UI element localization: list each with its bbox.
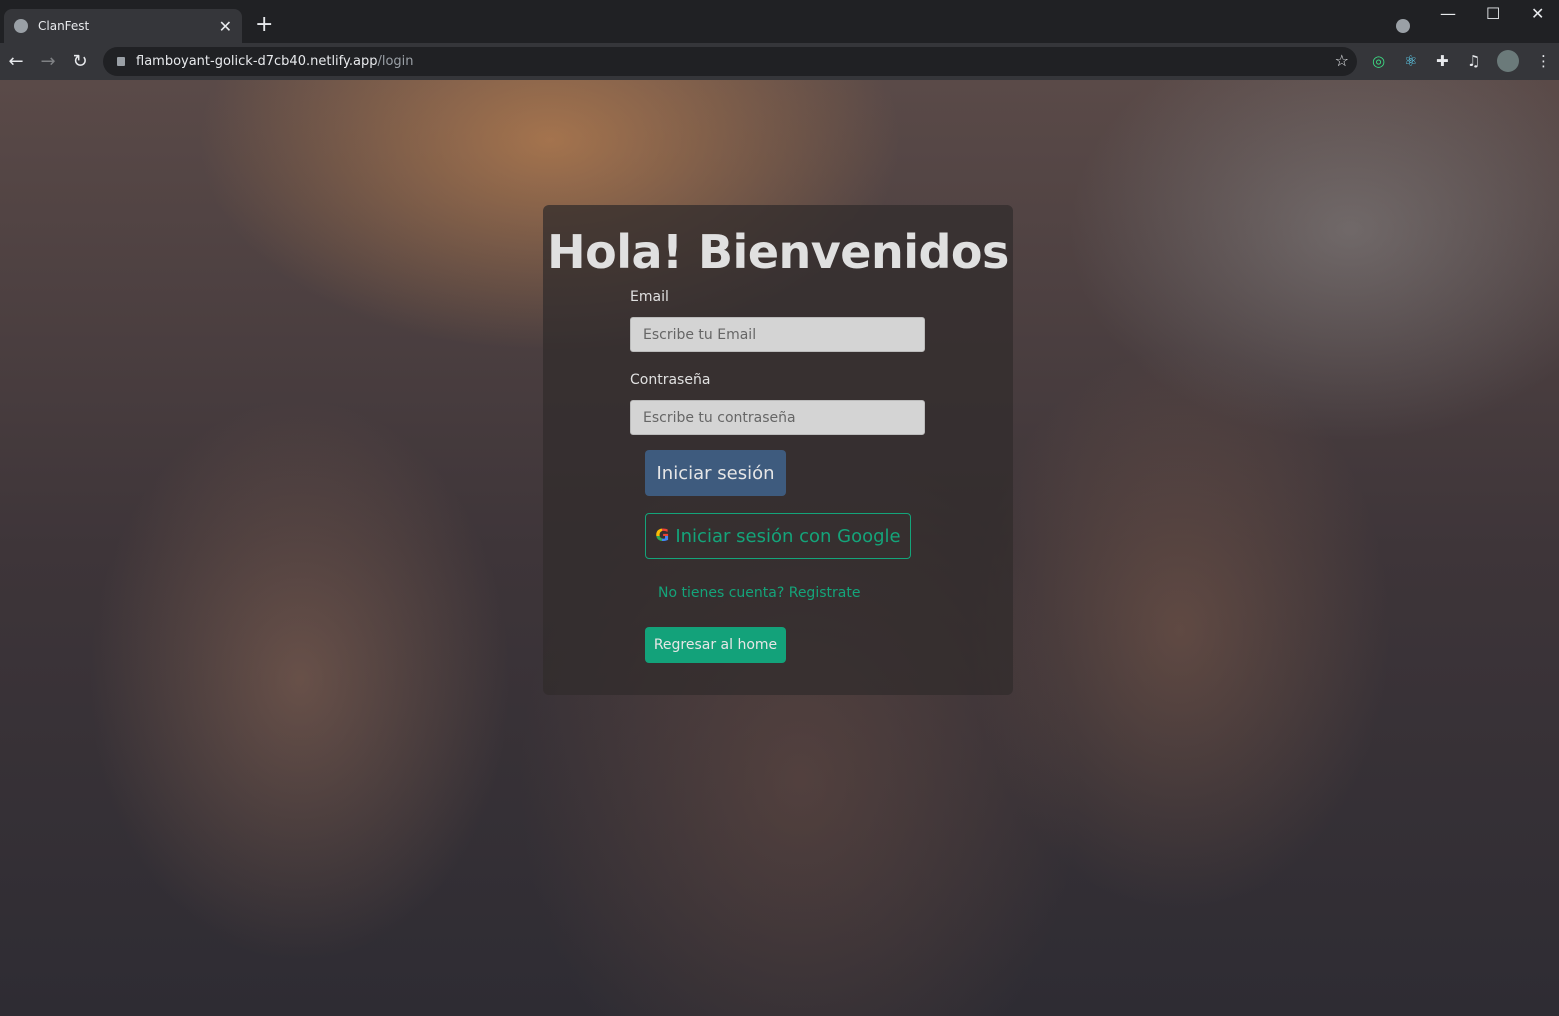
url-path: /login [377,54,414,69]
globe-icon [14,19,28,33]
back-button[interactable]: ← [0,51,32,72]
react-devtools-icon[interactable]: ⚛ [1404,52,1417,70]
minimize-button[interactable]: — [1440,4,1456,23]
login-button[interactable]: Iniciar sesión [645,450,786,496]
reload-button[interactable]: ↻ [64,51,96,72]
tab-title: ClanFest [38,19,90,33]
media-control-icon[interactable] [1396,19,1410,33]
media-queue-icon[interactable]: ♫ [1467,52,1480,70]
lock-icon [117,57,125,66]
forward-button[interactable]: → [32,51,64,72]
email-label: Email [630,289,669,305]
password-input[interactable] [630,400,925,435]
maximize-button[interactable]: ☐ [1486,4,1500,23]
extensions-puzzle-icon[interactable]: ✚ [1436,52,1449,70]
close-tab-icon[interactable]: ✕ [219,17,232,36]
menu-kebab-icon[interactable]: ⋮ [1536,52,1551,70]
register-link[interactable]: No tienes cuenta? Registrate [658,585,860,601]
google-icon: G [655,526,670,546]
login-page-background: Hola! Bienvenidos Email Contraseña Inici… [0,80,1559,1016]
url-host: flamboyant-golick-d7cb40.netlify.app [136,54,378,69]
google-login-label: Iniciar sesión con Google [675,525,901,547]
address-bar[interactable]: flamboyant-golick-d7cb40.netlify.app/log… [103,47,1357,76]
browser-toolbar: ← → ↻ flamboyant-golick-d7cb40.netlify.a… [0,43,1559,80]
new-tab-button[interactable]: + [255,12,273,37]
back-home-button[interactable]: Regresar al home [645,627,786,663]
login-card: Hola! Bienvenidos Email Contraseña Inici… [543,205,1013,695]
password-label: Contraseña [630,372,711,388]
google-login-button[interactable]: G Iniciar sesión con Google [645,513,911,559]
email-input[interactable] [630,317,925,352]
browser-tab[interactable]: ClanFest ✕ [4,9,242,43]
extension-radar-icon[interactable]: ◎ [1372,52,1385,70]
tab-strip: ClanFest ✕ + — ☐ ✕ [0,0,1559,43]
page-title: Hola! Bienvenidos [547,225,1009,279]
close-window-button[interactable]: ✕ [1531,4,1544,23]
profile-avatar[interactable] [1497,50,1519,72]
bookmark-star-icon[interactable]: ☆ [1335,51,1349,70]
